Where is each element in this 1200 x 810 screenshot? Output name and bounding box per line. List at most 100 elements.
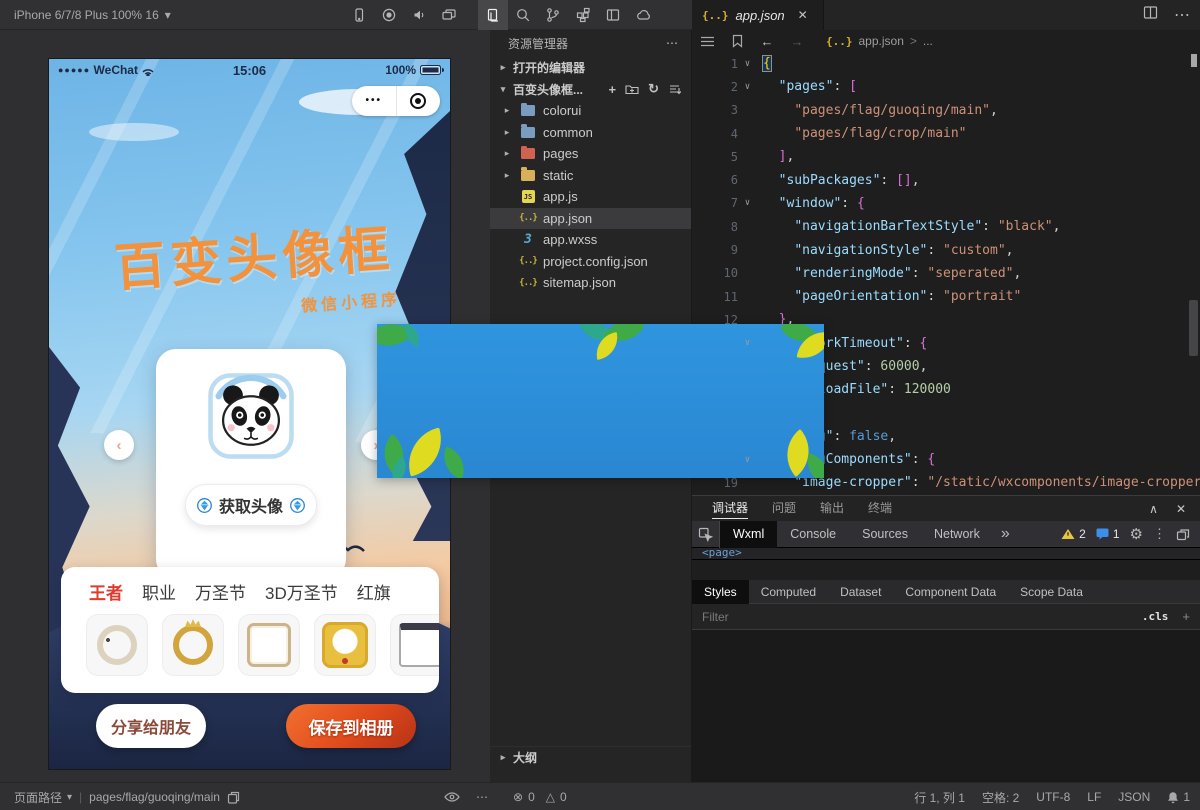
refresh-icon[interactable]: ↻	[648, 81, 659, 97]
devtools-menu-icon[interactable]: ⋮	[1153, 526, 1166, 542]
file-row-app.js[interactable]: JSapp.js	[490, 186, 691, 208]
multi-window-icon[interactable]	[434, 0, 464, 30]
file-row-static[interactable]: ▸static	[490, 165, 691, 187]
code-line[interactable]: 11 "pageOrientation": "portrait"	[692, 285, 1200, 308]
fold-chevron-icon[interactable]: ∨	[738, 455, 757, 465]
styles-tab-computed[interactable]: Computed	[749, 580, 828, 604]
frame-thumb-frame-gold[interactable]	[314, 614, 376, 676]
info-badge[interactable]: 1	[1096, 527, 1120, 541]
panel-tab-问题[interactable]: 问题	[772, 496, 796, 521]
fold-chevron-icon[interactable]: ∨	[738, 59, 757, 69]
devtools-tab-network[interactable]: Network	[921, 521, 993, 548]
frame-thumb-ring-pearl[interactable]	[86, 614, 148, 676]
devtools-tab-wxml[interactable]: Wxml	[720, 521, 777, 548]
code-line[interactable]: 6 "subPackages": [],	[692, 168, 1200, 191]
panel-tab-调试器[interactable]: 调试器	[712, 496, 748, 521]
search-view-icon[interactable]	[508, 0, 538, 30]
close-panel-icon[interactable]: ✕	[1176, 502, 1186, 516]
open-editors-section[interactable]: ▸ 打开的编辑器	[490, 56, 691, 78]
outline-list-icon[interactable]	[692, 35, 722, 48]
device-selector[interactable]: iPhone 6/7/8 Plus 100% 16 ▾	[14, 0, 171, 30]
save-to-album-button[interactable]: 保存到相册	[286, 704, 416, 748]
new-file-icon[interactable]: +	[609, 82, 617, 97]
code-line[interactable]: 4 "pages/flag/crop/main"	[692, 122, 1200, 145]
frame-tab-万圣节[interactable]: 万圣节	[195, 579, 246, 604]
explorer-more-icon[interactable]: ⋯	[666, 36, 679, 50]
bookmark-icon[interactable]	[722, 34, 752, 48]
frame-thumb-frame-square[interactable]	[238, 614, 300, 676]
devtools-settings-icon[interactable]: ⚙	[1130, 525, 1143, 543]
status-item[interactable]: LF	[1087, 790, 1101, 804]
copy-icon[interactable]	[227, 791, 240, 804]
code-line[interactable]: 1∨{	[692, 52, 1200, 75]
status-item[interactable]: 行 1, 列 1	[914, 789, 965, 806]
editor-scrollbar[interactable]	[1189, 300, 1198, 356]
get-avatar-button[interactable]: 获取头像	[185, 484, 317, 526]
devtools-tab-console[interactable]: Console	[777, 521, 849, 548]
styles-tab-component-data[interactable]: Component Data	[893, 580, 1008, 604]
fold-chevron-icon[interactable]: ∨	[738, 198, 757, 208]
filter-input[interactable]	[702, 610, 1142, 624]
more-tabs-icon[interactable]: »	[993, 525, 1018, 543]
frame-thumb-ring-gold[interactable]	[162, 614, 224, 676]
styles-tab-styles[interactable]: Styles	[692, 580, 749, 604]
code-line[interactable]: 3 "pages/flag/guoqing/main",	[692, 99, 1200, 122]
code-line[interactable]: 10 "renderingMode": "seperated",	[692, 262, 1200, 285]
git-view-icon[interactable]	[538, 0, 568, 30]
frame-tab-3D万圣节[interactable]: 3D万圣节	[265, 579, 338, 604]
close-tab-icon[interactable]: ✕	[798, 8, 808, 22]
warning-badge[interactable]: 2	[1061, 527, 1086, 541]
code-line[interactable]: 5 ],	[692, 145, 1200, 168]
capsule-exit-button[interactable]	[397, 93, 441, 109]
status-item[interactable]: 空格: 2	[982, 789, 1019, 806]
breadcrumb[interactable]: {..} app.json > ...	[826, 34, 933, 48]
file-row-pages[interactable]: ▸pages	[490, 143, 691, 165]
layout-view-icon[interactable]	[598, 0, 628, 30]
notifications-bell[interactable]: 1	[1167, 790, 1190, 804]
nav-back-icon[interactable]: ←	[752, 34, 782, 49]
code-line[interactable]: 2∨ "pages": [	[692, 75, 1200, 98]
code-line[interactable]: 8 "navigationBarTextStyle": "black",	[692, 215, 1200, 238]
inspect-element-icon[interactable]	[692, 521, 720, 548]
split-editor-icon[interactable]	[1143, 5, 1158, 25]
file-row-colorui[interactable]: ▸colorui	[490, 100, 691, 122]
new-style-rule-icon[interactable]: +	[1182, 609, 1190, 624]
undock-icon[interactable]	[1176, 528, 1190, 541]
file-row-common[interactable]: ▸common	[490, 122, 691, 144]
collapse-all-icon[interactable]	[668, 83, 681, 95]
problems-counts[interactable]: ⊗0 △0	[513, 783, 567, 810]
files-view-icon[interactable]	[478, 0, 508, 30]
frame-thumb-frame-square2[interactable]	[390, 614, 439, 676]
new-folder-icon[interactable]	[625, 83, 639, 95]
phone-preview-icon[interactable]	[344, 0, 374, 30]
frame-tab-职业[interactable]: 职业	[142, 579, 176, 604]
share-button[interactable]: 分享给朋友	[96, 704, 206, 748]
megaphone-icon[interactable]	[404, 0, 434, 30]
capsule-more-button[interactable]: •••	[352, 86, 397, 116]
code-line[interactable]: 9 "navigationStyle": "custom",	[692, 238, 1200, 261]
outline-section[interactable]: ▸ 大纲	[490, 746, 691, 768]
editor-more-icon[interactable]: ⋯	[1174, 5, 1190, 25]
file-row-sitemap.json[interactable]: {..}sitemap.json	[490, 272, 691, 294]
cls-toggle[interactable]: .cls	[1142, 610, 1169, 623]
tab-app-json[interactable]: {..} app.json ✕	[692, 0, 824, 30]
code-line[interactable]: 7∨ "window": {	[692, 192, 1200, 215]
panel-tab-输出[interactable]: 输出	[820, 496, 844, 521]
project-section[interactable]: ▾ 百变头像框... + ↻	[490, 78, 691, 100]
nav-forward-icon[interactable]: →	[782, 34, 812, 49]
styles-tab-dataset[interactable]: Dataset	[828, 580, 893, 604]
visibility-icon[interactable]	[444, 783, 460, 810]
statusbar-more-icon[interactable]: ⋯	[476, 783, 489, 810]
status-item[interactable]: JSON	[1118, 790, 1150, 804]
wxml-tree[interactable]: <page>	[692, 548, 1200, 560]
panel-tab-终端[interactable]: 终端	[868, 496, 892, 521]
extensions-view-icon[interactable]	[568, 0, 598, 30]
frame-tab-红旗[interactable]: 红旗	[357, 579, 391, 604]
file-row-app.wxss[interactable]: 3app.wxss	[490, 229, 691, 251]
compile-record-icon[interactable]	[374, 0, 404, 30]
fold-chevron-icon[interactable]: ∨	[738, 338, 757, 348]
status-item[interactable]: UTF-8	[1036, 790, 1070, 804]
file-row-app.json[interactable]: {..}app.json	[490, 208, 691, 230]
cloud-icon[interactable]	[628, 0, 658, 30]
page-path-selector[interactable]: 页面路径 ▾	[14, 789, 72, 806]
